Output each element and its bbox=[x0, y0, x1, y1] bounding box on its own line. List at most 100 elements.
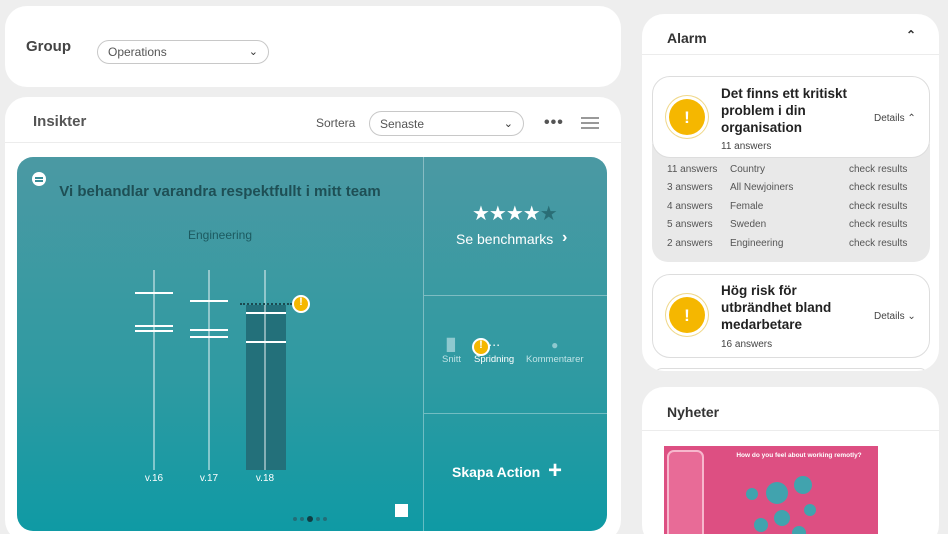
table-row: 4 answers Female check results bbox=[652, 201, 930, 219]
insights-title: Insikter bbox=[33, 113, 87, 130]
alarm-item[interactable]: Hög risk för utbrändhet bland medarbetar… bbox=[652, 274, 930, 358]
insight-department: Engineering bbox=[187, 228, 253, 242]
warning-icon bbox=[669, 297, 705, 333]
sort-select[interactable]: Senaste ⌄ bbox=[369, 111, 524, 136]
news-image[interactable]: How do you feel about working remotly? bbox=[664, 446, 878, 534]
row-answers: 3 answers bbox=[667, 182, 713, 194]
row-group: All Newjoiners bbox=[730, 182, 794, 194]
benchmark-link[interactable]: Se benchmarks bbox=[456, 231, 553, 247]
insights-header: Insikter Sortera Senaste ⌄ ••• bbox=[5, 97, 621, 143]
score-marker bbox=[135, 330, 173, 332]
check-results-link[interactable]: check results bbox=[849, 182, 907, 193]
insights-card: Insikter Sortera Senaste ⌄ ••• Vi behand… bbox=[5, 97, 621, 534]
alarm-card: Alarm ⌃ 11 answers Country check results… bbox=[642, 14, 939, 371]
alarm-item-partial bbox=[654, 368, 928, 371]
table-row: 3 answers All Newjoiners check results bbox=[652, 182, 930, 200]
score-marker bbox=[190, 336, 228, 338]
score-marker bbox=[135, 292, 173, 294]
bubble bbox=[766, 482, 788, 504]
week-track bbox=[264, 270, 266, 470]
phone-illustration bbox=[667, 450, 704, 534]
score-marker bbox=[135, 325, 173, 327]
alarm-item-count: 11 answers bbox=[721, 141, 772, 152]
insight-question: Vi behandlar varandra respektfullt i mit… bbox=[59, 183, 381, 200]
alarm-breakdown-table: 11 answers Country check results 3 answe… bbox=[652, 144, 930, 262]
group-label: Group bbox=[26, 38, 71, 55]
row-answers: 11 answers bbox=[667, 164, 718, 175]
check-results-link[interactable]: check results bbox=[849, 219, 907, 230]
group-card: Group Operations ⌄ bbox=[5, 6, 621, 87]
row-group: Country bbox=[730, 164, 766, 175]
group-select[interactable]: Operations ⌄ bbox=[97, 40, 269, 64]
bubble bbox=[804, 504, 816, 516]
bubble bbox=[754, 518, 768, 532]
row-group: Engineering bbox=[730, 237, 784, 249]
insight-chart-area: Vi behandlar varandra respektfullt i mit… bbox=[17, 157, 423, 531]
news-image-headline: How do you feel about working remotly? bbox=[736, 452, 862, 459]
week-track bbox=[153, 270, 155, 470]
score-marker bbox=[246, 341, 286, 343]
bubble bbox=[794, 476, 812, 494]
score-marker bbox=[190, 329, 228, 331]
check-results-link[interactable]: check results bbox=[849, 201, 907, 212]
chevron-down-icon: ⌄ bbox=[503, 117, 513, 130]
table-row: 2 answers Engineering check results bbox=[652, 238, 930, 256]
selected-week-bar[interactable] bbox=[246, 305, 286, 470]
table-row: 11 answers Country check results bbox=[652, 164, 930, 182]
sort-select-value: Senaste bbox=[380, 116, 425, 131]
insight-side-panel: ★★★★★ Se benchmarks › ▉ Snitt ⋯ Spridnin… bbox=[423, 157, 607, 531]
week-label: v.17 bbox=[199, 473, 219, 484]
score-marker bbox=[190, 300, 228, 302]
create-action-label: Skapa Action bbox=[452, 464, 541, 480]
alarm-header: Alarm ⌃ bbox=[642, 14, 939, 55]
insight-type-icon[interactable] bbox=[32, 172, 46, 186]
row-group: Sweden bbox=[730, 219, 767, 231]
alarm-item[interactable]: Det finns ett kritiskt problem i din org… bbox=[652, 76, 930, 158]
row-answers: 5 answers bbox=[667, 219, 713, 231]
chevron-down-icon: ⌄ bbox=[248, 45, 258, 58]
warning-icon bbox=[669, 99, 705, 135]
create-action-button[interactable]: Skapa Action + bbox=[424, 414, 607, 531]
benchmark-line bbox=[240, 303, 292, 305]
more-options-icon[interactable]: ••• bbox=[544, 114, 564, 132]
divider bbox=[642, 430, 939, 431]
warning-icon bbox=[472, 338, 490, 356]
table-row: 5 answers Sweden check results bbox=[652, 219, 930, 237]
comment-icon: ● bbox=[551, 338, 559, 352]
bubble bbox=[792, 526, 806, 534]
details-label: Details bbox=[874, 311, 905, 322]
tab-comments-label: Kommentarer bbox=[526, 354, 584, 365]
benchmark-section[interactable]: ★★★★★ Se benchmarks › bbox=[424, 157, 607, 296]
score-marker bbox=[246, 312, 286, 314]
insight-panel: Vi behandlar varandra respektfullt i mit… bbox=[17, 157, 607, 531]
bubble bbox=[774, 510, 790, 526]
plus-icon: + bbox=[548, 457, 563, 484]
chevron-up-icon: ⌃ bbox=[907, 113, 916, 124]
news-card: Nyheter How do you feel about working re… bbox=[642, 387, 939, 534]
group-select-value: Operations bbox=[108, 45, 167, 59]
chevron-right-icon: › bbox=[562, 229, 568, 246]
check-results-link[interactable]: check results bbox=[849, 164, 907, 175]
tab-comments[interactable]: ● Kommentarer bbox=[526, 338, 584, 365]
alarm-item-title: Hög risk för utbrändhet bland medarbetar… bbox=[721, 283, 832, 332]
row-answers: 2 answers bbox=[667, 237, 713, 249]
check-results-link[interactable]: check results bbox=[849, 238, 907, 249]
details-toggle[interactable]: Details ⌃ bbox=[874, 113, 916, 124]
chevron-up-icon[interactable]: ⌃ bbox=[906, 28, 916, 42]
view-tabs: ▉ Snitt ⋯ Spridning ● Kommentarer bbox=[424, 296, 607, 414]
row-answers: 4 answers bbox=[667, 200, 713, 212]
star-rating: ★★★★★ bbox=[472, 203, 558, 225]
details-toggle[interactable]: Details ⌄ bbox=[874, 311, 916, 322]
tab-average[interactable]: ▉ Snitt bbox=[442, 338, 461, 365]
pager-dots[interactable] bbox=[293, 516, 327, 522]
alarm-item-title: Det finns ett kritiskt problem i din org… bbox=[721, 86, 848, 135]
week-label: v.18 bbox=[255, 473, 275, 484]
alarm-title: Alarm bbox=[667, 30, 707, 46]
sort-label: Sortera bbox=[316, 116, 356, 130]
row-group: Female bbox=[730, 200, 764, 212]
warning-icon[interactable] bbox=[292, 295, 310, 313]
alarm-item-count: 16 answers bbox=[721, 339, 773, 350]
list-view-icon[interactable] bbox=[581, 117, 599, 130]
expand-icon[interactable] bbox=[395, 504, 408, 517]
details-label: Details bbox=[874, 113, 905, 124]
